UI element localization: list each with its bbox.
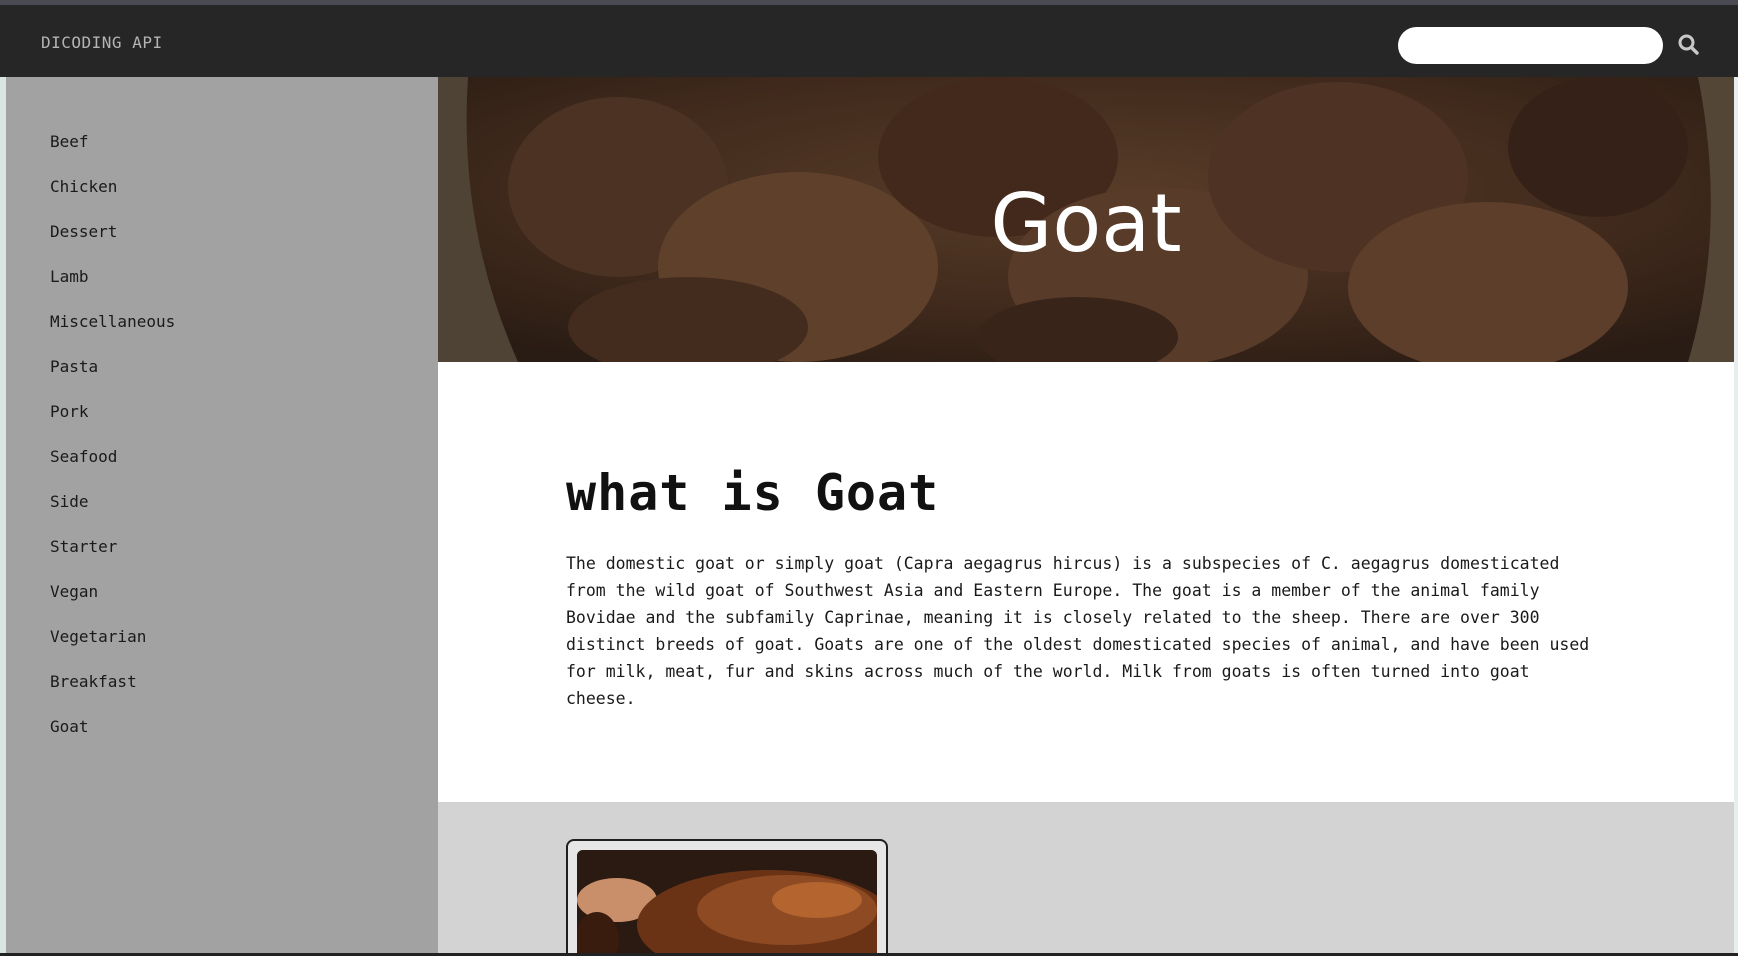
search-icon[interactable] <box>1676 32 1702 58</box>
sidebar-item-chicken[interactable]: Chicken <box>50 164 175 209</box>
sidebar-item-beef[interactable]: Beef <box>50 119 175 164</box>
sidebar-item-seafood[interactable]: Seafood <box>50 434 175 479</box>
sidebar-item-dessert[interactable]: Dessert <box>50 209 175 254</box>
search-input[interactable] <box>1398 27 1663 64</box>
brand-logo-text[interactable]: DICODING API <box>41 33 163 52</box>
sidebar-item-vegetarian[interactable]: Vegetarian <box>50 614 175 659</box>
category-list: Beef Chicken Dessert Lamb Miscellaneous … <box>50 119 175 749</box>
hero-banner: Goat <box>438 77 1734 362</box>
category-sidebar: Beef Chicken Dessert Lamb Miscellaneous … <box>6 77 438 956</box>
sidebar-item-vegan[interactable]: Vegan <box>50 569 175 614</box>
category-description-section: what is Goat The domestic goat or simply… <box>438 362 1734 802</box>
sidebar-item-pork[interactable]: Pork <box>50 389 175 434</box>
heading-category-name: Goat <box>814 464 940 522</box>
category-description: The domestic goat or simply goat (Capra … <box>566 554 1590 708</box>
sidebar-item-pasta[interactable]: Pasta <box>50 344 175 389</box>
hero-title: Goat <box>990 177 1182 270</box>
meal-card-image[interactable] <box>577 850 877 956</box>
sidebar-item-miscellaneous[interactable]: Miscellaneous <box>50 299 175 344</box>
meal-list-section <box>438 802 1734 956</box>
sidebar-item-breakfast[interactable]: Breakfast <box>50 659 175 704</box>
sidebar-item-lamb[interactable]: Lamb <box>50 254 175 299</box>
right-edge <box>1734 77 1738 956</box>
sidebar-item-goat[interactable]: Goat <box>50 704 175 749</box>
sidebar-item-starter[interactable]: Starter <box>50 524 175 569</box>
heading-prefix: what is <box>566 464 815 522</box>
top-navbar: DICODING API <box>0 0 1738 77</box>
sidebar-item-side[interactable]: Side <box>50 479 175 524</box>
meal-card[interactable] <box>566 839 888 956</box>
category-heading: what is Goat <box>566 464 939 522</box>
